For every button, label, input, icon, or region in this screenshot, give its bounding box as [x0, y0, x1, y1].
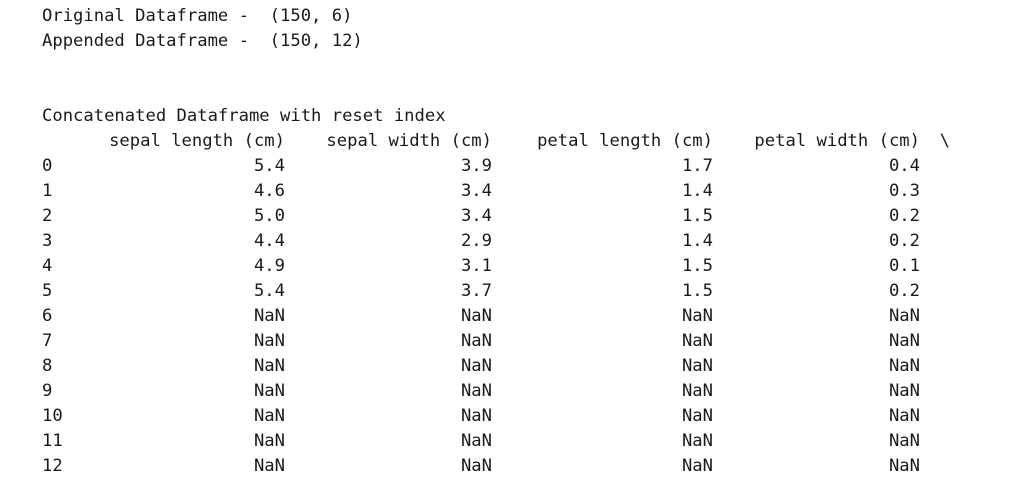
- table-cell: NaN: [888, 431, 920, 451]
- table-row: 2 5.0 3.4 1.5 0.2: [42, 204, 1022, 229]
- table-row: 8 NaN NaN NaN NaN: [42, 354, 1022, 379]
- table-cell: NaN: [681, 456, 713, 476]
- table-cell: 4.4: [253, 231, 285, 251]
- column-header: petal length (cm): [537, 131, 713, 151]
- table-cell: 5.0: [253, 206, 285, 226]
- table-cell: NaN: [681, 331, 713, 351]
- table-cell: 4.6: [253, 181, 285, 201]
- original-shape-line: Original Dataframe - (150, 6): [42, 6, 353, 26]
- table-cell: 0.2: [888, 231, 920, 251]
- table-cell: 5.4: [253, 281, 285, 301]
- table-cell: NaN: [681, 306, 713, 326]
- table-cell: 1.7: [681, 156, 713, 176]
- table-header-row: sepal length (cm) sepal width (cm) petal…: [42, 129, 1022, 154]
- table-cell: NaN: [460, 406, 492, 426]
- table-cell: NaN: [460, 356, 492, 376]
- table-cell: NaN: [681, 406, 713, 426]
- table-cell: NaN: [888, 406, 920, 426]
- table-cell: NaN: [253, 456, 285, 476]
- table-row: 6 NaN NaN NaN NaN: [42, 304, 1022, 329]
- row-index: 7: [42, 331, 53, 351]
- table-cell: NaN: [888, 456, 920, 476]
- table-cell: 5.4: [253, 156, 285, 176]
- table-row: 9 NaN NaN NaN NaN: [42, 379, 1022, 404]
- index-header: [42, 129, 90, 154]
- table-cell: 0.3: [888, 181, 920, 201]
- table-cell: 3.4: [460, 206, 492, 226]
- table-cell: 4.9: [253, 256, 285, 276]
- notebook-output: Original Dataframe - (150, 6) Appended D…: [42, 4, 1022, 479]
- table-cell: NaN: [681, 431, 713, 451]
- table-cell: NaN: [253, 306, 285, 326]
- table-cell: NaN: [888, 331, 920, 351]
- table-body: 0 5.4 3.9 1.7 0.4 1 4.6 3.4 1.4 0.3 2 5.0 3.4 1.5 0.2 3…: [42, 154, 1022, 479]
- row-index: 8: [42, 356, 53, 376]
- table-cell: NaN: [460, 381, 492, 401]
- table-cell: 1.5: [681, 281, 713, 301]
- table-cell: 0.4: [888, 156, 920, 176]
- table-cell: NaN: [253, 331, 285, 351]
- table-row: 3 4.4 2.9 1.4 0.2: [42, 229, 1022, 254]
- table-cell: 3.1: [460, 256, 492, 276]
- table-cell: NaN: [460, 306, 492, 326]
- table-row: 10 NaN NaN NaN NaN: [42, 404, 1022, 429]
- row-index: 10: [42, 406, 63, 426]
- table-cell: 1.4: [681, 231, 713, 251]
- table-cell: NaN: [888, 306, 920, 326]
- row-index: 0: [42, 156, 53, 176]
- table-cell: NaN: [460, 431, 492, 451]
- table-cell: 1.5: [681, 206, 713, 226]
- column-header: sepal length (cm): [109, 131, 285, 151]
- table-cell: 3.7: [460, 281, 492, 301]
- table-cell: NaN: [253, 406, 285, 426]
- table-cell: 0.2: [888, 281, 920, 301]
- table-cell: NaN: [681, 381, 713, 401]
- table-row: 11 NaN NaN NaN NaN: [42, 429, 1022, 454]
- row-index: 9: [42, 381, 53, 401]
- table-row: 5 5.4 3.7 1.5 0.2: [42, 279, 1022, 304]
- table-row: 7 NaN NaN NaN NaN: [42, 329, 1022, 354]
- row-index: 6: [42, 306, 53, 326]
- table-cell: NaN: [888, 356, 920, 376]
- table-cell: 1.4: [681, 181, 713, 201]
- row-index: 11: [42, 431, 63, 451]
- table-cell: 0.1: [888, 256, 920, 276]
- row-index: 1: [42, 181, 53, 201]
- column-header: petal width (cm): [754, 131, 920, 151]
- table-cell: NaN: [253, 356, 285, 376]
- appended-shape-line: Appended Dataframe - (150, 12): [42, 31, 363, 51]
- table-row: 12 NaN NaN NaN NaN: [42, 454, 1022, 479]
- table-cell: NaN: [681, 356, 713, 376]
- table-cell: 1.5: [681, 256, 713, 276]
- table-row: 1 4.6 3.4 1.4 0.3: [42, 179, 1022, 204]
- table-cell: NaN: [253, 431, 285, 451]
- table-cell: NaN: [253, 381, 285, 401]
- table-cell: NaN: [888, 381, 920, 401]
- row-index: 5: [42, 281, 53, 301]
- table-cell: NaN: [460, 456, 492, 476]
- row-index: 4: [42, 256, 53, 276]
- table-row: 0 5.4 3.9 1.7 0.4: [42, 154, 1022, 179]
- table-cell: 2.9: [460, 231, 492, 251]
- row-index: 2: [42, 206, 53, 226]
- row-index: 12: [42, 456, 63, 476]
- concat-title: Concatenated Dataframe with reset index: [42, 106, 446, 126]
- column-header: sepal width (cm): [326, 131, 492, 151]
- continuation-marker: \: [939, 131, 950, 151]
- table-cell: 3.9: [460, 156, 492, 176]
- table-cell: 3.4: [460, 181, 492, 201]
- row-index: 3: [42, 231, 53, 251]
- table-cell: 0.2: [888, 206, 920, 226]
- table-row: 4 4.9 3.1 1.5 0.1: [42, 254, 1022, 279]
- table-cell: NaN: [460, 331, 492, 351]
